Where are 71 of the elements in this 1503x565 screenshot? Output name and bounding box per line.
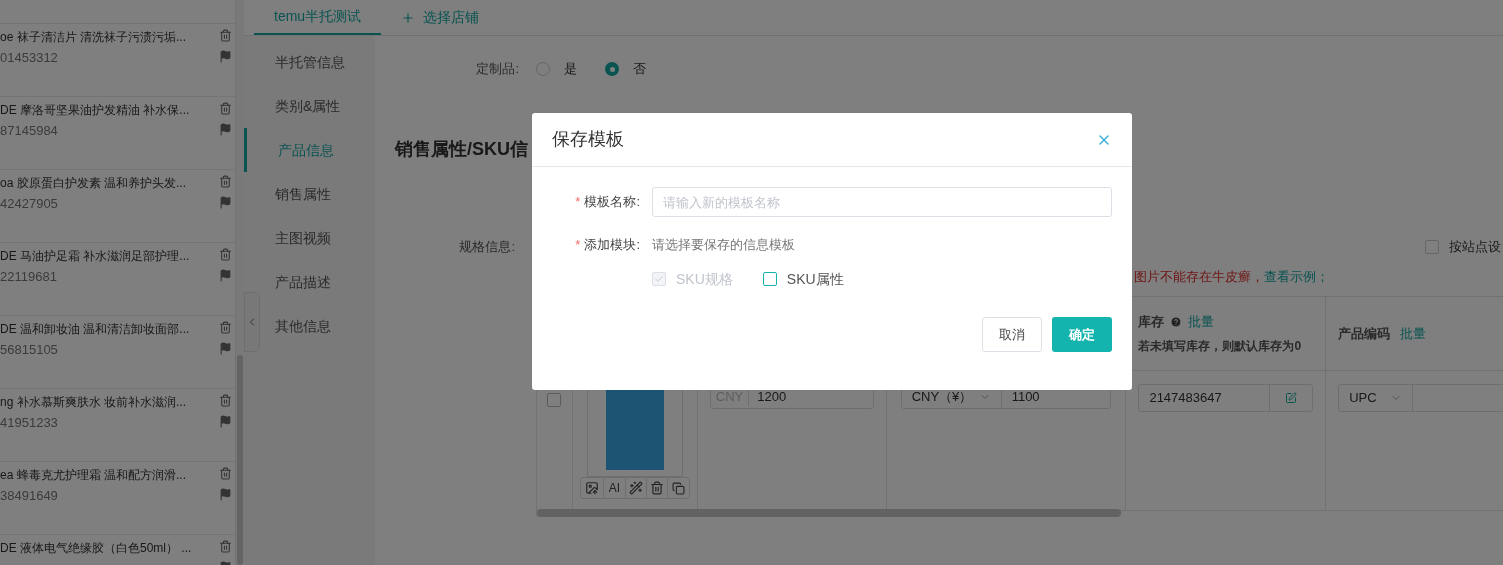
column-title: 库存 (1138, 312, 1165, 331)
product-code: 42427905 (0, 196, 59, 212)
flag-icon[interactable] (218, 342, 232, 355)
field-label: 模板名称: (584, 193, 640, 212)
side-nav-item[interactable]: 半托管信息 (244, 40, 375, 84)
field-label: 添加模块: (584, 236, 640, 255)
product-code: 01453312 (0, 50, 59, 66)
custom-label: 定制品: (475, 60, 520, 79)
product-title[interactable]: ng 补水慕斯爽肤水 妆前补水滋润... (0, 393, 187, 411)
warning-text: 图片不能存在牛皮癣， (1134, 268, 1264, 287)
side-nav-item[interactable]: 销售属性 (244, 172, 375, 216)
required-mark: * (575, 193, 581, 212)
plus-icon (401, 10, 416, 25)
trash-icon[interactable] (218, 394, 232, 407)
example-link[interactable]: 查看示例； (1264, 267, 1329, 287)
dialog-title: 保存模板 (552, 128, 624, 151)
flag-icon[interactable] (218, 123, 232, 136)
ai-button[interactable]: AI (603, 478, 627, 498)
trash-icon[interactable] (218, 467, 232, 480)
product-title[interactable]: DE 液体电气绝缘胶（白色50ml） ... (0, 539, 192, 557)
batch-link[interactable]: 批量 (1400, 323, 1427, 344)
product-code: 41951233 (0, 415, 59, 431)
product-code: 87145984 (0, 123, 59, 139)
column-title: 产品编码 (1338, 324, 1391, 343)
price-value: 1200 (756, 387, 787, 406)
checkbox-label: 按站点设 (1449, 238, 1501, 257)
cancel-button[interactable]: 取消 (982, 317, 1042, 352)
section-heading: 销售属性/SKU信 (395, 138, 528, 161)
template-name-input[interactable]: 请输入新的模板名称 (652, 187, 1112, 217)
product-title[interactable]: DE 摩洛哥坚果油护发精油 补水保... (0, 101, 190, 119)
trash-icon[interactable] (218, 175, 232, 188)
radio-button[interactable] (605, 62, 619, 76)
product-title[interactable]: ea 蜂毒克尤护理霜 温和配方润滑... (0, 466, 187, 484)
check-icon (654, 274, 664, 284)
spec-label: 规格信息: (458, 238, 515, 257)
horizontal-scrollbar[interactable] (537, 509, 1121, 517)
side-nav-item[interactable]: 类别&属性 (244, 84, 375, 128)
trash-icon[interactable] (218, 321, 232, 334)
flag-icon[interactable] (218, 196, 232, 209)
side-nav-item[interactable]: 产品描述 (244, 260, 375, 304)
radio-label: 是 (564, 60, 577, 79)
product-title[interactable]: DE 温和卸妆油 温和清洁卸妆面部... (0, 320, 190, 338)
product-code: 56815105 (0, 342, 59, 358)
collapse-handle[interactable] (244, 292, 260, 352)
module-label: SKU规格 (676, 269, 733, 289)
product-code: 38491649 (0, 488, 59, 504)
confirm-button[interactable]: 确定 (1052, 317, 1112, 352)
add-store-button[interactable]: 选择店铺 (381, 0, 500, 35)
trash-icon[interactable] (218, 248, 232, 261)
trash-icon[interactable] (218, 29, 232, 42)
radio-label: 否 (633, 60, 646, 79)
trash-icon[interactable] (218, 540, 232, 553)
product-title[interactable]: oa 胶原蛋白护发素 温和养护头发... (0, 174, 187, 192)
product-code: 22119681 (0, 269, 58, 285)
required-mark: * (575, 236, 581, 255)
batch-link[interactable]: 批量 (1188, 311, 1215, 332)
product-title[interactable]: DE 马油护足霜 补水滋润足部护理... (0, 247, 190, 265)
flag-icon[interactable] (218, 50, 232, 63)
product-title[interactable]: oe 袜子清洁片 清洗袜子污渍污垢... (0, 28, 187, 46)
help-icon[interactable] (1170, 315, 1183, 328)
module-checkbox[interactable] (762, 272, 777, 286)
trash-icon[interactable] (218, 102, 232, 115)
side-nav-item[interactable]: 主图视频 (244, 216, 375, 260)
row-checkbox[interactable] (547, 393, 562, 407)
module-label: SKU属性 (786, 269, 844, 289)
module-hint: 请选择要保存的信息模板 (652, 236, 795, 255)
column-hint: 若未填写库存，则默认库存为0 (1138, 338, 1303, 356)
flag-icon[interactable] (218, 488, 232, 501)
checkbox[interactable] (1425, 240, 1439, 254)
flag-icon[interactable] (218, 415, 232, 428)
flag-icon[interactable] (218, 269, 232, 282)
